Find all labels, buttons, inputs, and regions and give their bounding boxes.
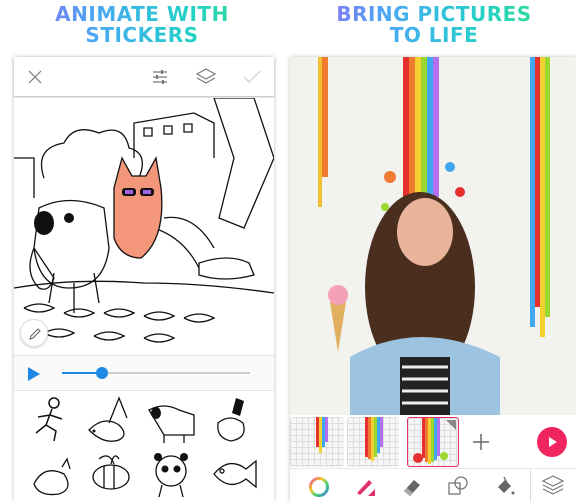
animation-timeline bbox=[14, 355, 274, 391]
sticker-grid bbox=[14, 391, 274, 502]
tools-divider bbox=[530, 470, 531, 502]
photo-canvas[interactable] bbox=[290, 57, 576, 415]
sticker-panda[interactable] bbox=[144, 449, 199, 499]
timeline-slider[interactable] bbox=[62, 367, 250, 379]
sticker-dog[interactable] bbox=[144, 395, 199, 445]
headline-line: STICKERS bbox=[85, 23, 199, 47]
drawing-canvas[interactable] bbox=[14, 98, 274, 355]
line-art-illustration bbox=[14, 98, 274, 343]
sticker-bomb[interactable] bbox=[206, 395, 261, 445]
sticker-bird[interactable] bbox=[84, 395, 139, 445]
headline-animate-with-stickers: ANIMATE WITH STICKERS bbox=[2, 4, 282, 46]
color-wheel-icon[interactable] bbox=[308, 476, 330, 498]
sticker-fish[interactable] bbox=[206, 449, 261, 499]
layers-icon[interactable] bbox=[541, 474, 565, 498]
frame-strip bbox=[290, 415, 576, 469]
frame-thumbnail-2[interactable] bbox=[347, 417, 399, 467]
play-icon[interactable] bbox=[27, 366, 41, 382]
drawing-tools-bar bbox=[290, 470, 576, 502]
sticker-editor-screen bbox=[14, 57, 274, 502]
frame-preview bbox=[316, 417, 328, 453]
play-animation-button[interactable] bbox=[537, 427, 567, 457]
frame-thumbnail-1[interactable] bbox=[290, 417, 344, 467]
fill-bucket-icon[interactable] bbox=[495, 475, 517, 497]
shapes-icon[interactable] bbox=[447, 475, 469, 497]
play-icon bbox=[549, 437, 557, 447]
sticker-bee[interactable] bbox=[84, 449, 139, 499]
pencil-icon bbox=[29, 328, 41, 340]
rainbow-drip-photo bbox=[318, 57, 550, 415]
frame-preview bbox=[413, 418, 456, 464]
headline-line: BRING PICTURES bbox=[336, 2, 532, 26]
frame-thumbnail-3-selected[interactable] bbox=[407, 417, 459, 467]
headline-line: TO LIFE bbox=[389, 23, 479, 47]
eraser-icon[interactable] bbox=[401, 476, 423, 498]
editor-toolbar bbox=[14, 57, 274, 97]
check-icon[interactable] bbox=[243, 70, 261, 84]
close-icon[interactable] bbox=[28, 70, 42, 84]
sticker-running-man[interactable] bbox=[24, 395, 79, 445]
headline-line: ANIMATE WITH bbox=[55, 2, 229, 26]
timeline-slider-fill bbox=[62, 372, 100, 374]
photo-animation-screen bbox=[290, 57, 576, 502]
sliders-icon[interactable] bbox=[152, 69, 168, 85]
layers-icon[interactable] bbox=[196, 68, 216, 86]
sticker-cat[interactable] bbox=[24, 449, 79, 499]
draw-button[interactable] bbox=[20, 319, 48, 347]
headline-bring-pictures-to-life: BRING PICTURES TO LIFE bbox=[294, 4, 574, 46]
add-frame-icon[interactable] bbox=[472, 433, 490, 451]
frame-preview bbox=[365, 417, 383, 461]
timeline-slider-thumb[interactable] bbox=[96, 367, 108, 379]
brush-icon[interactable] bbox=[354, 476, 376, 498]
